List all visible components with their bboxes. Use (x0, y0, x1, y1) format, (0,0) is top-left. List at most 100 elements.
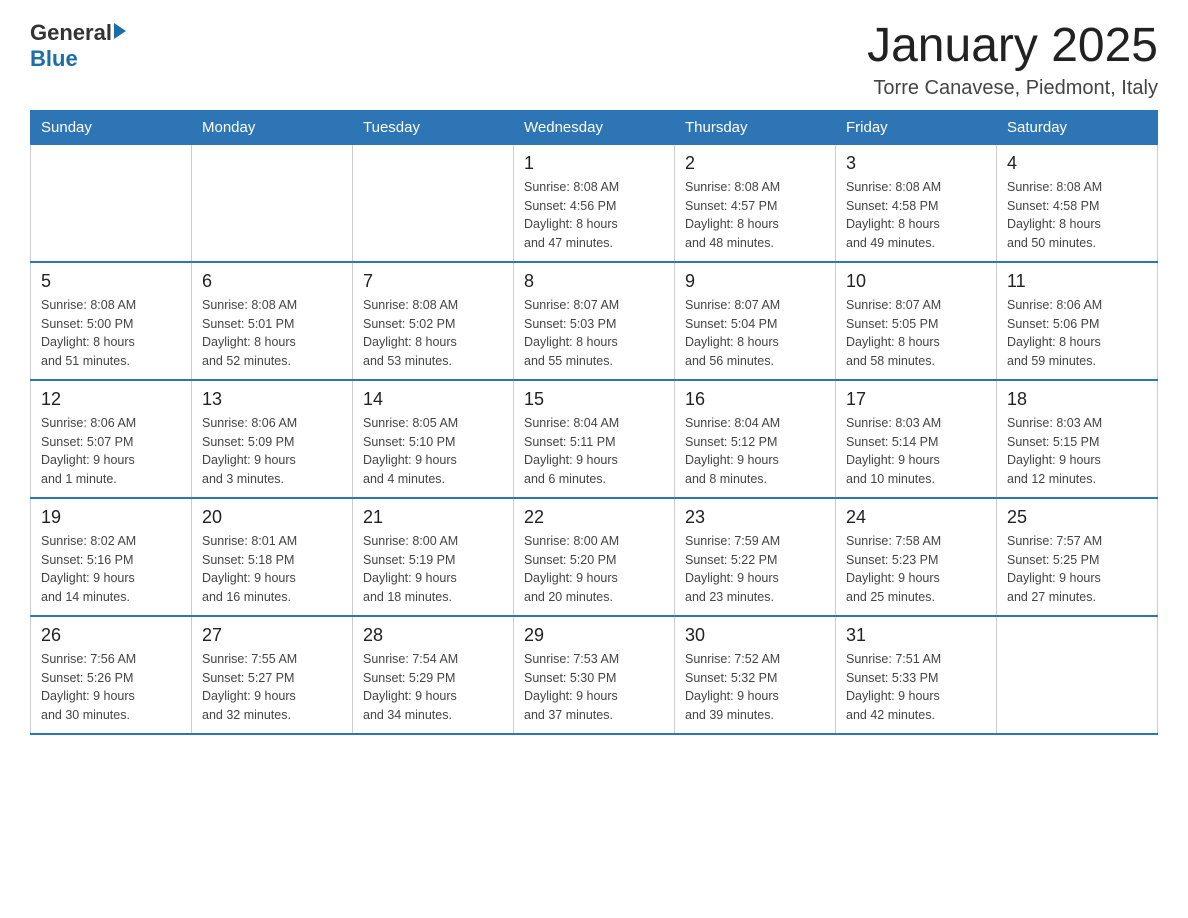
day-number: 2 (685, 153, 825, 174)
day-number: 7 (363, 271, 503, 292)
day-number: 27 (202, 625, 342, 646)
calendar-cell: 30Sunrise: 7:52 AM Sunset: 5:32 PM Dayli… (675, 616, 836, 734)
day-number: 20 (202, 507, 342, 528)
day-info: Sunrise: 8:06 AM Sunset: 5:09 PM Dayligh… (202, 414, 342, 489)
calendar-cell: 17Sunrise: 8:03 AM Sunset: 5:14 PM Dayli… (836, 380, 997, 498)
day-info: Sunrise: 8:04 AM Sunset: 5:12 PM Dayligh… (685, 414, 825, 489)
day-number: 24 (846, 507, 986, 528)
calendar-cell: 18 Sunrise: 8:03 AM Sunset: 5:15 PM Dayli… (997, 380, 1158, 498)
calendar-cell (997, 616, 1158, 734)
calendar-cell (31, 144, 192, 262)
day-number: 11 (1007, 271, 1147, 292)
day-info: Sunrise: 8:07 AM Sunset: 5:05 PM Dayligh… (846, 296, 986, 371)
day-info: Sunrise: 7:59 AM Sunset: 5:22 PM Dayligh… (685, 532, 825, 607)
week-row-5: 26Sunrise: 7:56 AM Sunset: 5:26 PM Dayli… (31, 616, 1158, 734)
day-info: Sunrise: 7:57 AM Sunset: 5:25 PM Dayligh… (1007, 532, 1147, 607)
calendar-title-area: January 2025 Torre Canavese, Piedmont, I… (867, 20, 1158, 100)
weekday-header-wednesday: Wednesday (514, 110, 675, 144)
calendar-cell: 24 Sunrise: 7:58 AM Sunset: 5:23 PM Dayli… (836, 498, 997, 616)
day-info: Sunrise: 8:06 AM Sunset: 5:06 PM Dayligh… (1007, 296, 1147, 371)
day-info: Sunrise: 8:03 AM Sunset: 5:15 PM Dayligh… (1007, 414, 1147, 489)
day-info: Sunrise: 8:07 AM Sunset: 5:03 PM Dayligh… (524, 296, 664, 371)
day-number: 17 (846, 389, 986, 410)
calendar-cell: 9 Sunrise: 8:07 AM Sunset: 5:04 PM Daylig… (675, 262, 836, 380)
weekday-header-thursday: Thursday (675, 110, 836, 144)
day-number: 10 (846, 271, 986, 292)
calendar-cell: 16 Sunrise: 8:04 AM Sunset: 5:12 PM Dayli… (675, 380, 836, 498)
calendar-cell: 4Sunrise: 8:08 AM Sunset: 4:58 PM Daylig… (997, 144, 1158, 262)
day-info: Sunrise: 8:07 AM Sunset: 5:04 PM Dayligh… (685, 296, 825, 371)
day-number: 3 (846, 153, 986, 174)
day-number: 8 (524, 271, 664, 292)
day-info: Sunrise: 8:08 AM Sunset: 5:01 PM Dayligh… (202, 296, 342, 371)
day-number: 9 (685, 271, 825, 292)
calendar-cell: 25 Sunrise: 7:57 AM Sunset: 5:25 PM Dayli… (997, 498, 1158, 616)
calendar-title: January 2025 (867, 20, 1158, 73)
calendar-cell: 5 Sunrise: 8:08 AM Sunset: 5:00 PM Daylig… (31, 262, 192, 380)
calendar-cell: 23 Sunrise: 7:59 AM Sunset: 5:22 PM Dayli… (675, 498, 836, 616)
day-info: Sunrise: 7:56 AM Sunset: 5:26 PM Dayligh… (41, 650, 181, 725)
logo-arrow-icon (114, 23, 126, 39)
day-info: Sunrise: 7:58 AM Sunset: 5:23 PM Dayligh… (846, 532, 986, 607)
weekday-header-tuesday: Tuesday (353, 110, 514, 144)
calendar-cell: 27 Sunrise: 7:55 AM Sunset: 5:27 PM Dayli… (192, 616, 353, 734)
day-number: 18 (1007, 389, 1147, 410)
calendar-cell: 28 Sunrise: 7:54 AM Sunset: 5:29 PM Dayli… (353, 616, 514, 734)
day-info: Sunrise: 8:00 AM Sunset: 5:20 PM Dayligh… (524, 532, 664, 607)
week-row-2: 5 Sunrise: 8:08 AM Sunset: 5:00 PM Daylig… (31, 262, 1158, 380)
day-info: Sunrise: 8:05 AM Sunset: 5:10 PM Dayligh… (363, 414, 503, 489)
calendar-cell: 10 Sunrise: 8:07 AM Sunset: 5:05 PM Dayli… (836, 262, 997, 380)
day-info: Sunrise: 7:55 AM Sunset: 5:27 PM Dayligh… (202, 650, 342, 725)
week-row-4: 19Sunrise: 8:02 AM Sunset: 5:16 PM Dayli… (31, 498, 1158, 616)
day-number: 29 (524, 625, 664, 646)
calendar-cell: 22 Sunrise: 8:00 AM Sunset: 5:20 PM Dayli… (514, 498, 675, 616)
calendar-cell: 31 Sunrise: 7:51 AM Sunset: 5:33 PM Dayli… (836, 616, 997, 734)
calendar-cell: 12Sunrise: 8:06 AM Sunset: 5:07 PM Dayli… (31, 380, 192, 498)
calendar-subtitle: Torre Canavese, Piedmont, Italy (867, 77, 1158, 100)
day-info: Sunrise: 8:08 AM Sunset: 5:02 PM Dayligh… (363, 296, 503, 371)
weekday-header-saturday: Saturday (997, 110, 1158, 144)
weekday-header-row: SundayMondayTuesdayWednesdayThursdayFrid… (31, 110, 1158, 144)
weekday-header-friday: Friday (836, 110, 997, 144)
logo-blue-text: Blue (30, 46, 78, 72)
day-number: 30 (685, 625, 825, 646)
day-number: 25 (1007, 507, 1147, 528)
calendar-cell: 19Sunrise: 8:02 AM Sunset: 5:16 PM Dayli… (31, 498, 192, 616)
day-info: Sunrise: 8:04 AM Sunset: 5:11 PM Dayligh… (524, 414, 664, 489)
day-number: 5 (41, 271, 181, 292)
day-number: 14 (363, 389, 503, 410)
day-number: 22 (524, 507, 664, 528)
day-number: 12 (41, 389, 181, 410)
day-number: 31 (846, 625, 986, 646)
calendar-cell: 2Sunrise: 8:08 AM Sunset: 4:57 PM Daylig… (675, 144, 836, 262)
calendar-cell: 7 Sunrise: 8:08 AM Sunset: 5:02 PM Daylig… (353, 262, 514, 380)
calendar-cell: 1Sunrise: 8:08 AM Sunset: 4:56 PM Daylig… (514, 144, 675, 262)
day-number: 6 (202, 271, 342, 292)
calendar-cell: 6 Sunrise: 8:08 AM Sunset: 5:01 PM Daylig… (192, 262, 353, 380)
calendar-cell (353, 144, 514, 262)
day-info: Sunrise: 7:54 AM Sunset: 5:29 PM Dayligh… (363, 650, 503, 725)
calendar-cell: 8 Sunrise: 8:07 AM Sunset: 5:03 PM Daylig… (514, 262, 675, 380)
calendar-cell: 11 Sunrise: 8:06 AM Sunset: 5:06 PM Dayli… (997, 262, 1158, 380)
day-number: 16 (685, 389, 825, 410)
day-info: Sunrise: 8:08 AM Sunset: 4:58 PM Dayligh… (846, 178, 986, 253)
calendar-cell: 14 Sunrise: 8:05 AM Sunset: 5:10 PM Dayli… (353, 380, 514, 498)
calendar-table: SundayMondayTuesdayWednesdayThursdayFrid… (30, 110, 1158, 735)
calendar-cell: 21Sunrise: 8:00 AM Sunset: 5:19 PM Dayli… (353, 498, 514, 616)
day-number: 21 (363, 507, 503, 528)
calendar-cell: 13 Sunrise: 8:06 AM Sunset: 5:09 PM Dayli… (192, 380, 353, 498)
logo: General Blue (30, 20, 126, 72)
day-info: Sunrise: 8:08 AM Sunset: 5:00 PM Dayligh… (41, 296, 181, 371)
weekday-header-monday: Monday (192, 110, 353, 144)
day-number: 28 (363, 625, 503, 646)
day-number: 23 (685, 507, 825, 528)
calendar-cell (192, 144, 353, 262)
page-header: General Blue January 2025 Torre Canavese… (30, 20, 1158, 100)
week-row-1: 1Sunrise: 8:08 AM Sunset: 4:56 PM Daylig… (31, 144, 1158, 262)
calendar-cell: 20Sunrise: 8:01 AM Sunset: 5:18 PM Dayli… (192, 498, 353, 616)
day-info: Sunrise: 7:53 AM Sunset: 5:30 PM Dayligh… (524, 650, 664, 725)
day-number: 13 (202, 389, 342, 410)
day-info: Sunrise: 8:08 AM Sunset: 4:56 PM Dayligh… (524, 178, 664, 253)
day-info: Sunrise: 7:51 AM Sunset: 5:33 PM Dayligh… (846, 650, 986, 725)
weekday-header-sunday: Sunday (31, 110, 192, 144)
